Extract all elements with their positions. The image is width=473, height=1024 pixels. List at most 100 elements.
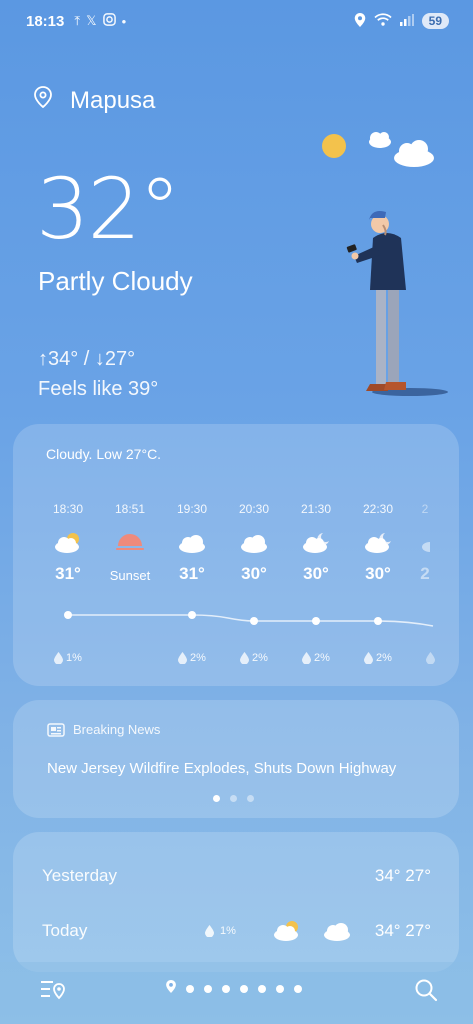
partly-cloudy-moon-icon — [410, 526, 440, 560]
signal-icon — [399, 13, 414, 29]
page-dot[interactable] — [222, 985, 230, 993]
day-temperatures: 34° 27° — [374, 866, 431, 885]
hour-temperature: 31° — [55, 564, 81, 583]
hour-temperature: 2 — [420, 564, 430, 583]
location-icon — [354, 12, 366, 30]
trend-point — [312, 617, 320, 625]
temperature-trend-line — [64, 611, 434, 627]
trend-point — [188, 611, 196, 619]
current-temperature: 32° — [36, 160, 181, 258]
today-rain-chance: 1% — [220, 925, 236, 937]
raindrop-icon — [364, 652, 373, 664]
page-dot[interactable] — [294, 985, 302, 993]
raindrop-icon — [302, 652, 311, 664]
current-condition: Partly Cloudy — [38, 266, 193, 296]
rain-chance: 2% — [178, 652, 206, 664]
weather-illustration — [300, 126, 460, 401]
x-icon: 𝕏 — [86, 13, 97, 28]
hourly-item[interactable]: 22:30 30° — [348, 502, 408, 584]
search-icon[interactable] — [414, 978, 438, 1007]
raindrop-icon — [205, 925, 214, 937]
hour-temperature: 31° — [179, 564, 205, 583]
hour-temperature: 30° — [365, 564, 391, 583]
hour-temperature: 30° — [241, 564, 267, 583]
daily-forecast-card[interactable]: Yesterday 34° 27° Today 1% 34° 27° — [13, 832, 459, 972]
hour-temperature: Sunset — [109, 568, 151, 583]
high-low-temperature: ↑34° / ↓27° — [38, 348, 136, 370]
partly-cloudy-moon-icon — [348, 526, 408, 560]
feels-like: Feels like 39° — [38, 378, 159, 400]
instagram-icon — [102, 13, 116, 29]
cloud-icon — [369, 132, 434, 167]
hourly-item[interactable]: 18:51 Sunset — [100, 502, 160, 583]
hourly-item[interactable]: 21:30 30° — [286, 502, 346, 584]
raindrop-icon — [240, 652, 249, 664]
hour-time: 20:30 — [238, 502, 270, 516]
location-page-indicator — [166, 980, 302, 998]
daily-row-today[interactable]: Today 1% 34° 27° — [42, 916, 431, 946]
newspaper-icon — [47, 722, 65, 737]
manage-locations-icon[interactable] — [40, 978, 66, 1005]
raindrop-icon — [426, 652, 435, 664]
upload-icon: ⤒ — [74, 13, 81, 28]
battery-indicator: 59 — [421, 13, 449, 29]
day-label: Yesterday — [42, 866, 117, 885]
rain-chance — [426, 652, 435, 664]
location-pin-icon — [34, 86, 52, 115]
sunset-icon — [100, 526, 160, 560]
partly-cloudy-sun-icon — [38, 526, 98, 560]
page-dot[interactable] — [204, 985, 212, 993]
cloud-icon — [224, 526, 284, 560]
sun-icon — [322, 134, 346, 158]
news-label: Breaking News — [47, 722, 160, 737]
hourly-item[interactable]: 19:30 31° — [162, 502, 222, 584]
trend-point — [64, 611, 72, 619]
location-name: Mapusa — [70, 86, 156, 114]
cloud-icon — [162, 526, 222, 560]
page-dot[interactable] — [276, 985, 284, 993]
daily-row-yesterday[interactable]: Yesterday 34° 27° — [42, 861, 431, 891]
hour-time: 2 — [421, 502, 429, 516]
news-headline[interactable]: New Jersey Wildfire Explodes, Shuts Down… — [47, 760, 396, 777]
current-location-icon — [166, 980, 176, 998]
page-dot — [247, 795, 254, 802]
rain-chance: 2% — [302, 652, 330, 664]
partly-cloudy-moon-icon — [286, 526, 346, 560]
hourly-item[interactable]: 2 2 — [410, 502, 440, 584]
raindrop-icon — [178, 652, 187, 664]
trend-point — [250, 617, 258, 625]
day-temperatures: 34° 27° — [374, 921, 431, 940]
news-pagination — [213, 795, 254, 802]
rain-chance: 2% — [240, 652, 268, 664]
trend-point — [374, 617, 382, 625]
rain-chance: 1% — [54, 652, 82, 664]
hour-time: 21:30 — [300, 502, 332, 516]
bottom-navigation — [0, 962, 473, 1024]
hour-time: 18:30 — [52, 502, 84, 516]
partly-cloudy-sun-icon — [273, 921, 298, 941]
hourly-item[interactable]: 18:30 31° — [38, 502, 98, 584]
hour-time: 18:51 — [114, 502, 146, 516]
cloud-icon — [323, 923, 350, 941]
day-label: Today — [42, 921, 88, 940]
raindrop-icon — [54, 652, 63, 664]
status-time: 18:13 — [26, 12, 65, 30]
breaking-news-card[interactable]: Breaking News New Jersey Wildfire Explod… — [13, 700, 459, 818]
today-details: 1% — [205, 920, 352, 942]
page-dot[interactable] — [186, 985, 194, 993]
wifi-icon — [374, 13, 392, 29]
page-dot-active — [213, 795, 220, 802]
location-header[interactable]: Mapusa — [34, 86, 155, 115]
page-dot — [230, 795, 237, 802]
hour-temperature: 30° — [303, 564, 329, 583]
dot-icon: • — [121, 13, 127, 29]
hourly-summary: Cloudy. Low 27°C. — [46, 446, 162, 462]
hourly-forecast-card[interactable]: Cloudy. Low 27°C. 18:30 31° 18:51 Sunset… — [13, 424, 459, 686]
status-bar: 18:13 ⤒ 𝕏 • 59 — [26, 10, 449, 32]
page-dot[interactable] — [258, 985, 266, 993]
rain-chance: 2% — [364, 652, 392, 664]
hour-time: 19:30 — [176, 502, 208, 516]
hourly-item[interactable]: 20:30 30° — [224, 502, 284, 584]
hour-time: 22:30 — [362, 502, 394, 516]
page-dot[interactable] — [240, 985, 248, 993]
